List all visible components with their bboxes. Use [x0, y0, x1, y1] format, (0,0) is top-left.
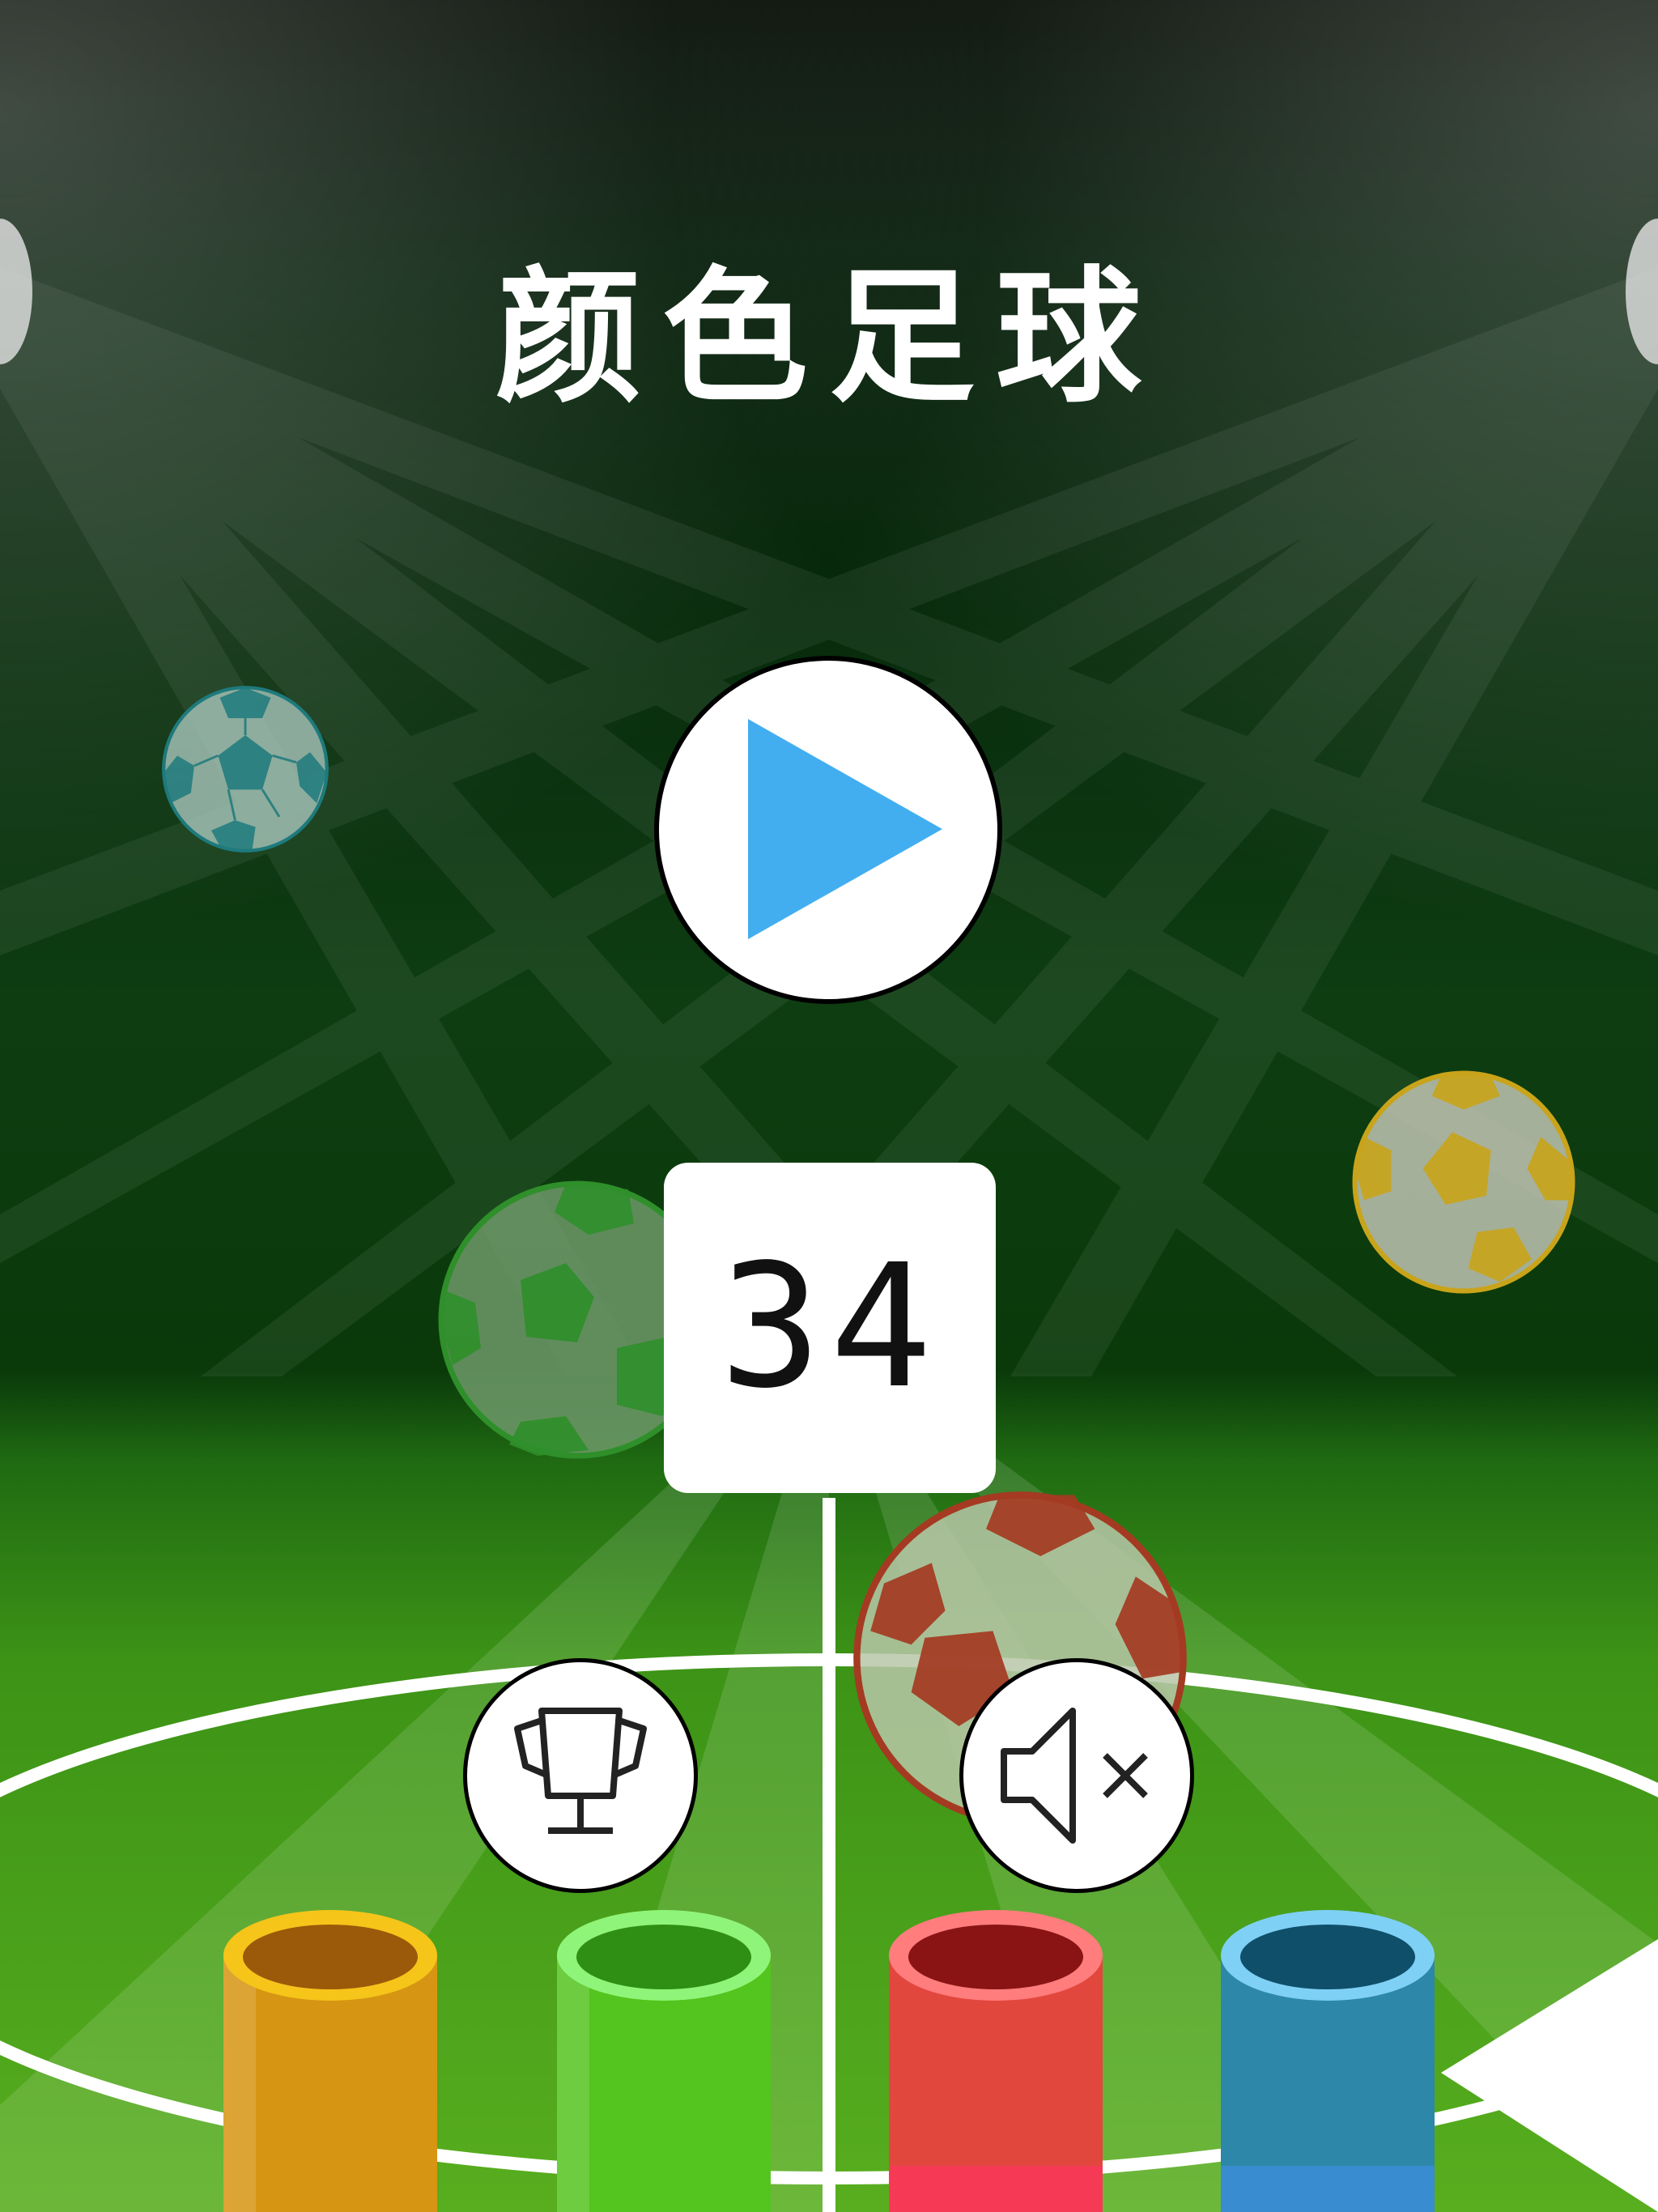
- play-button[interactable]: [654, 656, 1002, 1004]
- red-tube[interactable]: [882, 1907, 1109, 2212]
- best-score-panel: 34: [664, 1163, 996, 1493]
- game-screen: 颜色足球 34: [0, 0, 1658, 2212]
- orange-tube[interactable]: [217, 1907, 444, 2212]
- play-icon: [748, 719, 942, 939]
- yellow-soccer-ball: [1352, 1070, 1575, 1294]
- trophy-icon: [514, 1708, 647, 1834]
- green-tube[interactable]: [551, 1907, 777, 2212]
- leaderboard-button[interactable]: [463, 1658, 698, 1893]
- score-value: 34: [720, 1227, 941, 1426]
- teal-soccer-ball: [162, 686, 329, 853]
- blue-tube[interactable]: [1214, 1907, 1441, 2212]
- game-title: 颜色足球: [495, 253, 1163, 423]
- sound-toggle-button[interactable]: [959, 1658, 1194, 1893]
- score-display: 34: [720, 1227, 941, 1426]
- speaker-muted-icon: [1001, 1708, 1148, 1844]
